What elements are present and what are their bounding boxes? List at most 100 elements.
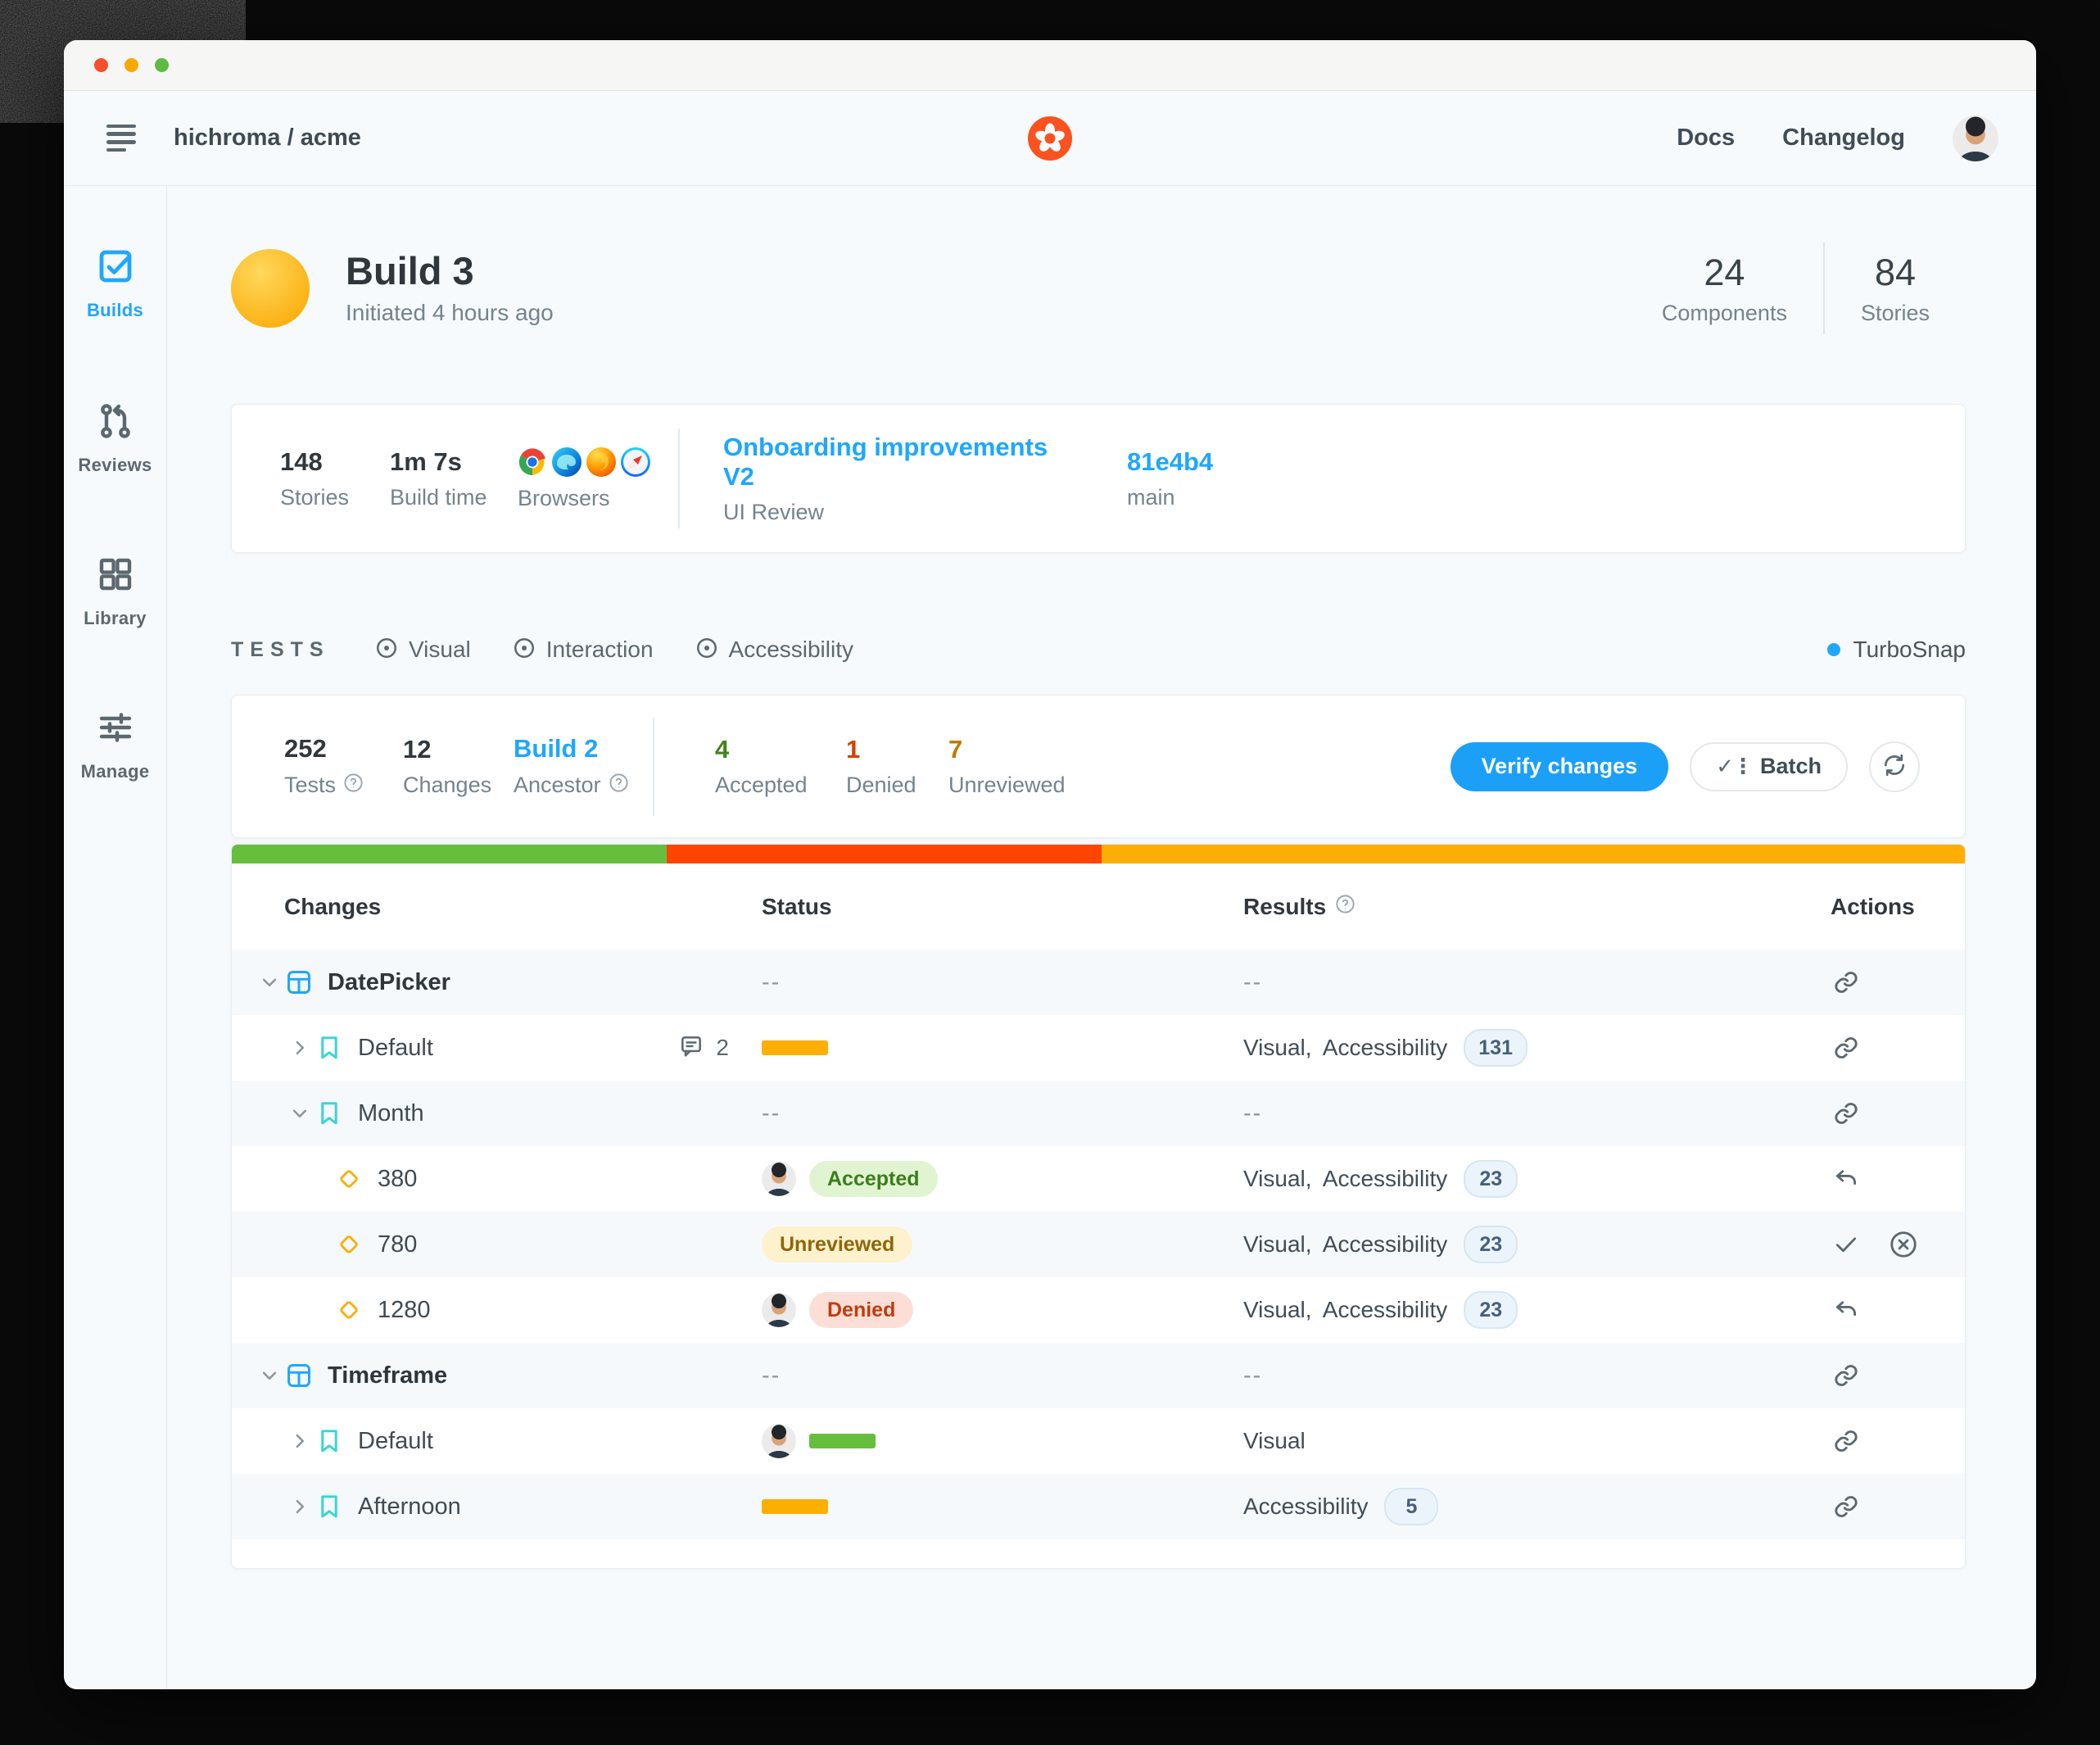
comment-count: 2 (716, 1035, 729, 1061)
build-header: Build 3 Initiated 4 hours ago 24 Compone… (231, 247, 1966, 329)
reviewer-avatar (762, 1293, 796, 1327)
accept-check-icon[interactable] (1832, 1231, 1860, 1258)
link-icon[interactable] (1832, 1099, 1860, 1127)
sidebar-item-label: Library (84, 608, 147, 629)
status-bar (762, 1499, 828, 1514)
sidebar-item-library[interactable]: Library (64, 555, 166, 629)
row-name: DatePicker (328, 969, 450, 996)
sidebar-item-manage[interactable]: Manage (64, 708, 166, 782)
results-text: Visual, Accessibility (1243, 1297, 1447, 1323)
table-row-1280[interactable]: 1280DeniedVisual, Accessibility23 (232, 1277, 1965, 1343)
column-header-status: Status (762, 894, 1243, 920)
batch-check-icon: ✓⋮ (1716, 754, 1752, 779)
component-icon (285, 968, 313, 996)
results-text: Visual (1243, 1428, 1306, 1454)
batch-button[interactable]: ✓⋮ Batch (1690, 742, 1848, 791)
progress-segment-denied (667, 845, 1102, 863)
link-icon[interactable] (1832, 1362, 1860, 1389)
status-bar (809, 1434, 876, 1448)
column-header-actions: Actions (1831, 894, 1965, 920)
status-empty: -- (762, 1100, 781, 1127)
breadcrumb[interactable]: hichroma / acme (174, 125, 361, 152)
reviewer-avatar (762, 1424, 796, 1458)
table-row-afternoon[interactable]: AfternoonAccessibility5 (232, 1474, 1965, 1539)
turbosnap-dot-icon (1827, 643, 1840, 656)
sidebar-item-reviews[interactable]: Reviews (64, 401, 166, 476)
comments-indicator[interactable]: 2 (678, 1033, 729, 1063)
toggle-accessibility[interactable]: Accessibility (695, 636, 853, 664)
chevron-down-icon[interactable] (257, 1363, 282, 1388)
results-empty: -- (1243, 1362, 1262, 1389)
zoom-window-button[interactable] (155, 58, 169, 72)
chevron-right-icon[interactable] (287, 1036, 312, 1060)
table-row-timeframe[interactable]: Timeframe---- (232, 1343, 1965, 1408)
main-content: Build 3 Initiated 4 hours ago 24 Compone… (167, 186, 2036, 1689)
divider (653, 718, 654, 816)
ancestor-build-link[interactable]: Build 2 Ancestor (514, 734, 653, 800)
bookmark-icon (315, 1034, 343, 1062)
diamond-icon (335, 1296, 363, 1324)
edge-icon (552, 447, 582, 477)
link-icon[interactable] (1832, 968, 1860, 996)
deny-icon[interactable] (1888, 1231, 1916, 1258)
help-icon[interactable] (342, 772, 364, 800)
build-initiated-text: Initiated 4 hours ago (346, 300, 554, 326)
chevron-right-icon[interactable] (287, 1429, 312, 1453)
link-icon[interactable] (1832, 1034, 1860, 1062)
close-window-button[interactable] (94, 58, 108, 72)
turbosnap-indicator[interactable]: TurboSnap (1827, 637, 1966, 663)
toggle-interaction[interactable]: Interaction (512, 636, 654, 664)
chromatic-logo-icon[interactable] (1028, 116, 1072, 161)
row-name: Default (358, 1035, 433, 1062)
table-header: Changes Status Results Actions (232, 863, 1965, 950)
browsers-block: Browsers (518, 446, 678, 511)
help-icon[interactable] (608, 772, 630, 800)
refresh-button[interactable] (1869, 741, 1920, 792)
table-row-380[interactable]: 380AcceptedVisual, Accessibility23 (232, 1146, 1965, 1212)
reviews-icon (96, 401, 135, 445)
verify-changes-button[interactable]: Verify changes (1451, 742, 1669, 791)
row-name: Month (358, 1100, 424, 1127)
undo-icon[interactable] (1832, 1165, 1860, 1193)
results-count-badge: 23 (1464, 1291, 1518, 1329)
results-text: Visual, Accessibility (1243, 1166, 1447, 1192)
app-header: hichroma / acme Docs Changelog (64, 91, 2036, 186)
status-empty: -- (762, 1362, 781, 1389)
sidebar-item-label: Builds (87, 300, 143, 321)
help-icon[interactable] (1334, 893, 1356, 921)
results-count-badge: 5 (1384, 1488, 1438, 1525)
commit-link[interactable]: 81e4b4 main (1127, 447, 1213, 510)
status-badge-denied: Denied (809, 1292, 913, 1328)
table-row-datepicker[interactable]: DatePicker---- (232, 950, 1965, 1015)
menu-icon[interactable] (106, 125, 139, 152)
status-empty: -- (762, 969, 781, 996)
sidebar-item-label: Manage (81, 761, 150, 782)
user-avatar[interactable] (1953, 116, 1998, 161)
app-window: hichroma / acme Docs Changelog (64, 40, 2036, 1689)
sidebar-item-label: Reviews (78, 455, 152, 476)
undo-icon[interactable] (1832, 1296, 1860, 1324)
table-row-default[interactable]: DefaultVisual (232, 1408, 1965, 1474)
sidebar-item-builds[interactable]: Builds (64, 247, 166, 321)
chevron-down-icon[interactable] (287, 1101, 312, 1126)
branch-link[interactable]: Onboarding improvements V2 UI Review (723, 433, 1084, 525)
manage-icon (96, 708, 135, 751)
safari-icon (621, 447, 650, 477)
chrome-icon (518, 447, 547, 477)
components-stat: 24 Components (1626, 252, 1823, 326)
divider (678, 428, 680, 528)
firefox-icon (586, 447, 616, 477)
chevron-down-icon[interactable] (257, 970, 282, 995)
table-row-default[interactable]: Default2Visual, Accessibility131 (232, 1015, 1965, 1081)
minimize-window-button[interactable] (124, 58, 138, 72)
reviewer-avatar (762, 1162, 796, 1196)
link-icon[interactable] (1832, 1493, 1860, 1521)
table-row-780[interactable]: 780UnreviewedVisual, Accessibility23 (232, 1212, 1965, 1277)
docs-link[interactable]: Docs (1677, 125, 1735, 152)
chevron-right-icon[interactable] (287, 1494, 312, 1519)
link-icon[interactable] (1832, 1427, 1860, 1455)
page-title: Build 3 (346, 251, 554, 291)
toggle-visual[interactable]: Visual (374, 636, 471, 664)
table-row-month[interactable]: Month---- (232, 1081, 1965, 1146)
changelog-link[interactable]: Changelog (1782, 125, 1905, 152)
